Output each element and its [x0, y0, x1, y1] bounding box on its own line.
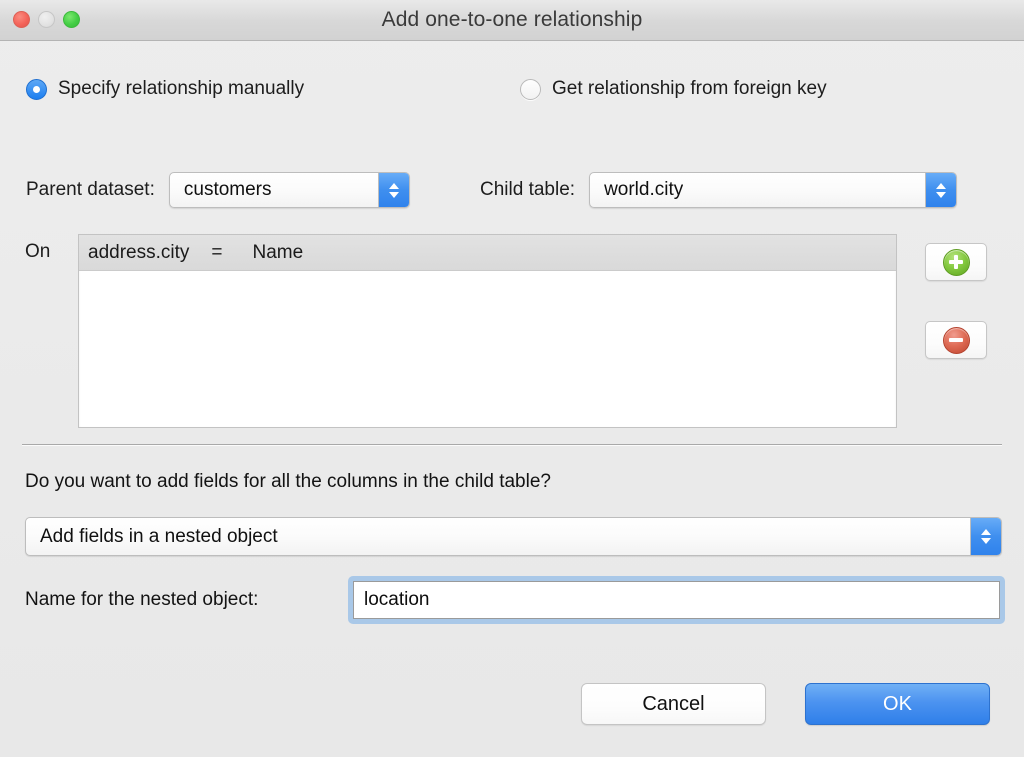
ok-button[interactable]: OK [805, 683, 990, 725]
add-fields-select[interactable]: Add fields in a nested object [25, 517, 1002, 556]
on-label: On [25, 241, 50, 263]
parent-dataset-value: customers [170, 179, 272, 201]
parent-dataset-row: Parent dataset: customers [26, 172, 410, 208]
cancel-button[interactable]: Cancel [581, 683, 766, 725]
minus-circle-icon [943, 327, 970, 354]
radio-selected-icon[interactable] [26, 79, 47, 100]
radio-option-manual[interactable]: Specify relationship manually [26, 70, 304, 108]
join-operator: = [189, 242, 222, 264]
child-table-select[interactable]: world.city [589, 172, 957, 208]
add-fields-question: Do you want to add fields for all the co… [25, 471, 551, 493]
dialog-window: Add one-to-one relationship Specify rela… [0, 0, 1024, 757]
chevron-up-icon [981, 529, 991, 535]
join-condition-list[interactable]: address.city = Name [78, 234, 897, 428]
nested-object-field-focus-ring: location [348, 576, 1005, 624]
section-divider [22, 444, 1002, 446]
join-left-column: address.city [79, 242, 189, 264]
parent-dataset-select[interactable]: customers [169, 172, 410, 208]
add-condition-button[interactable] [925, 243, 987, 281]
chevron-updown-icon[interactable] [925, 173, 956, 207]
join-condition-row[interactable]: address.city = Name [79, 235, 896, 271]
remove-condition-button[interactable] [925, 321, 987, 359]
join-right-column: Name [222, 242, 303, 264]
chevron-updown-icon[interactable] [378, 173, 409, 207]
radio-unselected-icon[interactable] [520, 79, 541, 100]
plus-circle-icon [943, 249, 970, 276]
chevron-up-icon [936, 183, 946, 189]
chevron-down-icon [936, 192, 946, 198]
nested-object-input[interactable]: location [353, 581, 1000, 619]
add-fields-value: Add fields in a nested object [26, 526, 278, 548]
radio-option-manual-label: Specify relationship manually [58, 78, 304, 100]
parent-dataset-label: Parent dataset: [26, 179, 155, 201]
child-table-label: Child table: [480, 179, 575, 201]
chevron-down-icon [389, 192, 399, 198]
window-title: Add one-to-one relationship [0, 0, 1024, 40]
title-bar: Add one-to-one relationship [0, 0, 1024, 41]
chevron-down-icon [981, 538, 991, 544]
relationship-mode-group: Specify relationship manually Get relati… [0, 70, 1024, 108]
radio-option-foreign-key-label: Get relationship from foreign key [552, 78, 827, 100]
nested-object-label: Name for the nested object: [25, 589, 258, 611]
child-table-row: Child table: world.city [480, 172, 957, 208]
chevron-up-icon [389, 183, 399, 189]
chevron-updown-icon[interactable] [970, 518, 1001, 555]
child-table-value: world.city [590, 179, 683, 201]
radio-option-foreign-key[interactable]: Get relationship from foreign key [520, 70, 827, 108]
